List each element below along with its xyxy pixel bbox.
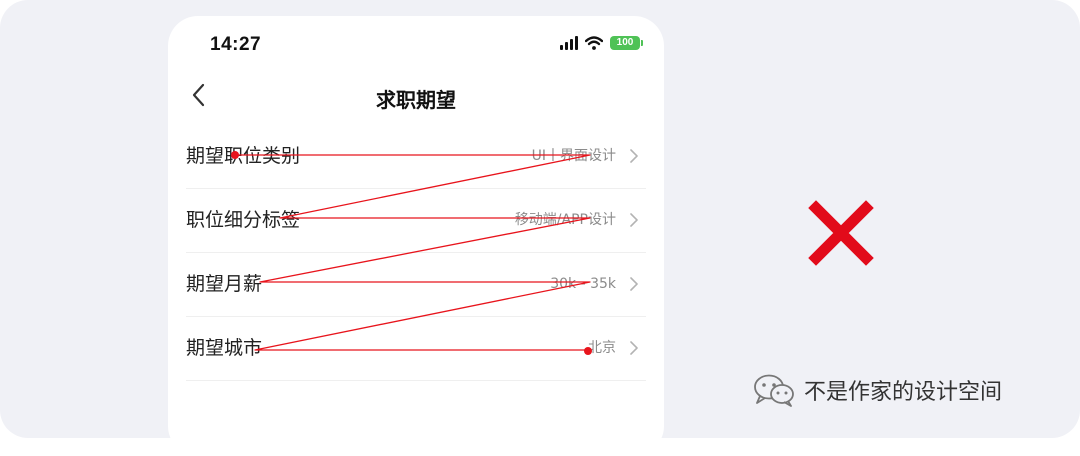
row-label: 期望城市: [186, 337, 263, 359]
phone-screen: 14:27 100 求职期望 期望职位类别 UI丨界面设计 职位细分标签 移动端…: [168, 16, 664, 456]
wechat-icon: [754, 374, 794, 407]
chevron-right-icon: [630, 213, 638, 227]
battery-icon: 100: [610, 36, 643, 50]
row-job-category[interactable]: 期望职位类别 UI丨界面设计: [186, 124, 646, 189]
row-value: 移动端/APP设计: [514, 212, 616, 228]
row-label: 期望职位类别: [186, 145, 301, 167]
row-sub-tags[interactable]: 职位细分标签 移动端/APP设计: [186, 188, 646, 253]
watermark-text: 不是作家的设计空间: [804, 380, 1003, 405]
row-value: 北京: [588, 340, 616, 356]
row-value: UI丨界面设计: [531, 148, 616, 164]
chevron-right-icon: [630, 341, 638, 355]
row-expected-salary[interactable]: 期望月薪 30k - 35k: [186, 252, 646, 317]
status-time: 14:27: [210, 34, 262, 55]
row-label: 职位细分标签: [186, 209, 301, 231]
cellular-signal-icon: [560, 36, 578, 50]
chevron-right-icon: [630, 277, 638, 291]
status-icons: 100: [560, 36, 643, 50]
page-title: 求职期望: [376, 88, 456, 112]
chevron-right-icon: [630, 149, 638, 163]
row-label: 期望月薪: [186, 273, 263, 295]
wrong-x-icon: [808, 200, 874, 266]
wifi-icon: [585, 36, 603, 50]
row-expected-city[interactable]: 期望城市 北京: [186, 316, 646, 381]
watermark: 不是作家的设计空间: [752, 372, 1002, 408]
row-value: 30k - 35k: [550, 276, 616, 292]
